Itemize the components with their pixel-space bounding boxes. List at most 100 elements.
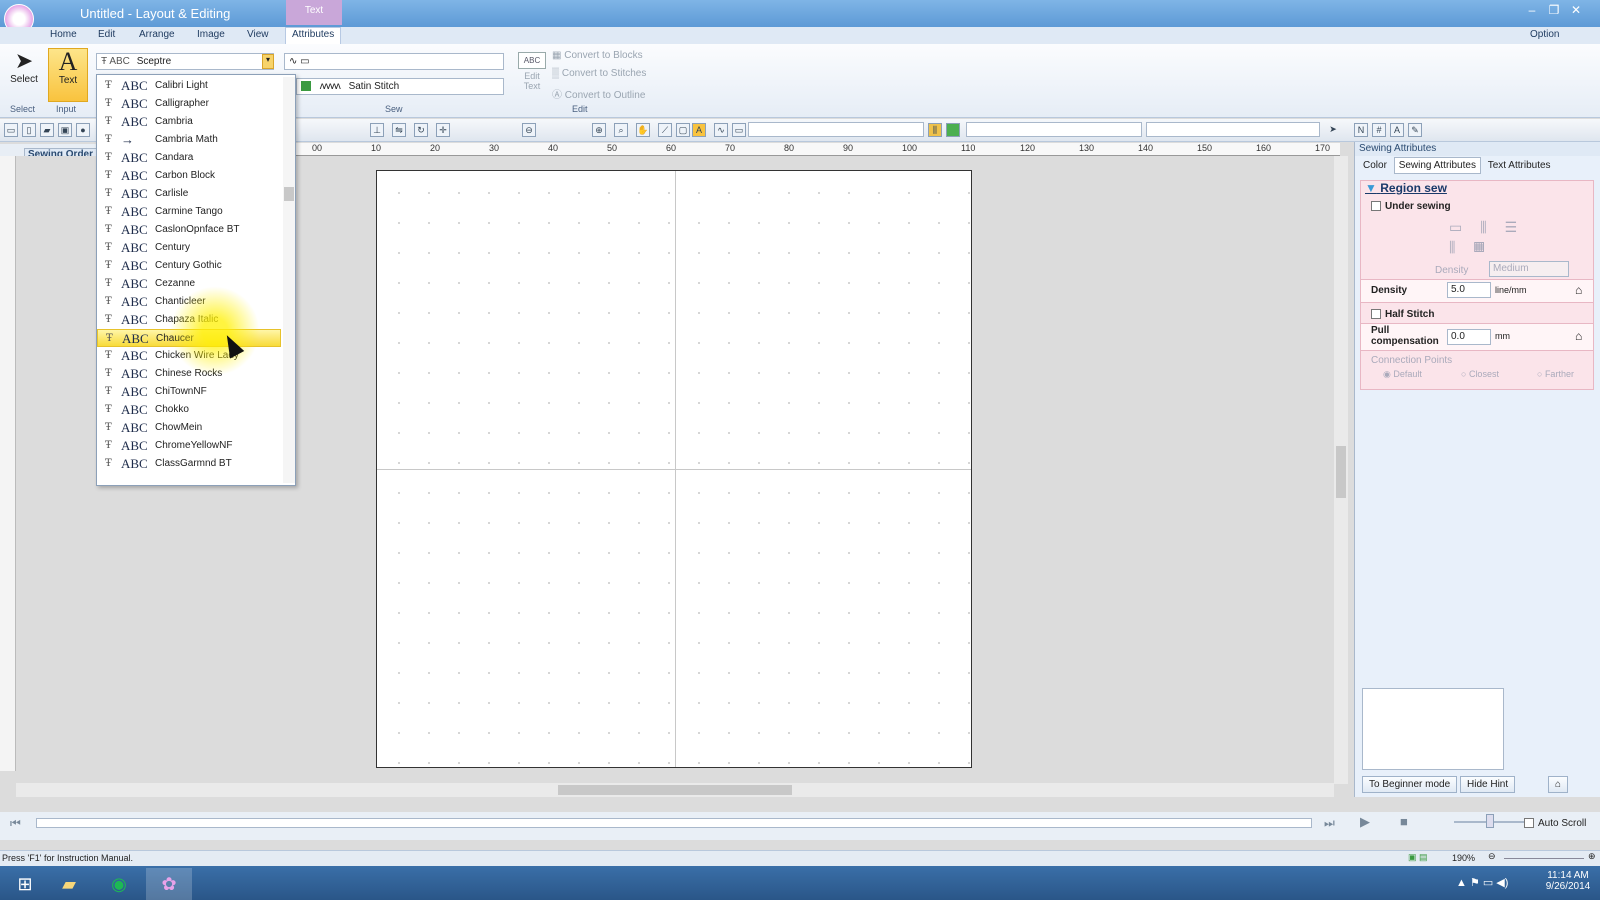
frame-icon[interactable]: ▢ <box>676 123 690 137</box>
new-file-icon[interactable]: ▯ <box>22 123 36 137</box>
pull-comp-home-icon[interactable]: ⌂ <box>1575 329 1582 343</box>
font-dropdown-arrow-icon[interactable]: ▾ <box>262 54 274 69</box>
font-list-item[interactable]: Ŧ → Cambria Math <box>97 131 281 149</box>
density-home-icon[interactable]: ⌂ <box>1575 283 1582 297</box>
thread-combo[interactable] <box>966 122 1142 137</box>
font-list-item[interactable]: Ŧ ABC Calibri Light <box>97 77 281 95</box>
hide-hint-button[interactable]: Hide Hint <box>1460 776 1516 793</box>
stitch-combo[interactable]: ᴧᴧᴧᴧᴧ Satin Stitch <box>296 78 504 95</box>
menu-home[interactable]: Home <box>50 29 77 40</box>
convert-to-outline-button[interactable]: Ⓐ Convert to Outline <box>552 86 645 101</box>
pull-compensation-input[interactable]: 0.0 <box>1447 329 1491 345</box>
pattern-combo[interactable] <box>1146 122 1320 137</box>
font-list-item[interactable]: Ŧ ABC Chokko <box>97 401 281 419</box>
stitch-edit-icon[interactable]: ✎ <box>1408 123 1422 137</box>
hscroll-thumb[interactable] <box>558 785 792 795</box>
measure-icon[interactable]: ⟋ <box>658 123 672 137</box>
vertical-scrollbar[interactable] <box>1334 156 1348 784</box>
horizontal-scrollbar[interactable] <box>16 783 1334 797</box>
align-icon[interactable]: ⊥ <box>370 123 384 137</box>
stitch-n-icon[interactable]: N <box>1354 123 1368 137</box>
font-size-combo[interactable] <box>748 122 924 137</box>
sew-type-combo[interactable]: ∿ ▭ <box>284 53 504 70</box>
font-list-item[interactable]: Ŧ ABC ChiTownNF <box>97 383 281 401</box>
font-list-item[interactable]: Ŧ ABC Cambria <box>97 113 281 131</box>
collapse-triangle-icon[interactable]: ▼ <box>1365 181 1377 195</box>
minimize-button[interactable]: – <box>1522 3 1542 17</box>
embroidery-app-icon[interactable]: ✿ <box>146 868 192 900</box>
beginner-mode-button[interactable]: To Beginner mode <box>1362 776 1458 793</box>
windows-start-icon[interactable]: ⊞ <box>2 868 48 900</box>
rotate-icon[interactable]: ↻ <box>414 123 428 137</box>
vscroll-thumb[interactable] <box>1336 446 1346 498</box>
zoom-out-icon[interactable]: ⊖ <box>522 123 536 137</box>
stitch-grid-icon[interactable]: # <box>1372 123 1386 137</box>
zoom-slider[interactable] <box>1504 858 1584 859</box>
text-tool-button[interactable]: A Text <box>48 48 88 102</box>
design-page[interactable] <box>376 170 972 768</box>
spotify-icon[interactable]: ◉ <box>96 868 142 900</box>
file-explorer-icon[interactable]: ▰ <box>46 868 92 900</box>
font-list-item[interactable]: Ŧ ABC ClassGarmnd BT <box>97 455 281 473</box>
menu-attributes[interactable]: Attributes <box>285 27 342 44</box>
font-dropdown-list[interactable]: Ŧ ABC Calibri Light Ŧ ABC Calligrapher Ŧ ABC Cam… <box>96 74 296 486</box>
tray-icons[interactable]: ▲ ⚑ ▭ ◀) <box>1456 876 1508 889</box>
font-list-item[interactable]: Ŧ ABC Calligrapher <box>97 95 281 113</box>
menu-arrange[interactable]: Arrange <box>139 29 175 40</box>
font-list-item[interactable]: Ŧ ABC Century Gothic <box>97 257 281 275</box>
curve-icon[interactable]: ∿ <box>714 123 728 137</box>
tab-color[interactable]: Color <box>1359 158 1391 173</box>
home-settings-icon[interactable]: ⌂ <box>1548 776 1569 793</box>
menu-view[interactable]: View <box>247 29 269 40</box>
stitch-color-icon[interactable]: ⫼ <box>928 123 942 137</box>
play-icon[interactable]: ▶ <box>1360 814 1370 830</box>
play-start-icon[interactable]: ⏮ <box>10 816 21 831</box>
menu-option[interactable]: Option <box>1530 29 1559 40</box>
stitch-a-icon[interactable]: A <box>1390 123 1404 137</box>
font-list-item[interactable]: Ŧ ABC CaslonOpnface BT <box>97 221 281 239</box>
stop-icon[interactable]: ■ <box>1400 814 1408 829</box>
auto-scroll-checkbox[interactable]: Auto Scroll <box>1524 818 1586 829</box>
shape-icon[interactable]: ▭ <box>732 123 746 137</box>
dropdown-scrollbar[interactable] <box>283 77 295 483</box>
select-tool-button[interactable]: ➤ Select <box>4 48 44 102</box>
clock[interactable]: 11:14 AM 9/26/2014 <box>1540 870 1596 892</box>
new-doc-icon[interactable]: ▭ <box>4 123 18 137</box>
tab-sewing-attributes[interactable]: Sewing Attributes <box>1393 157 1481 174</box>
zoom-icon[interactable]: ⌕ <box>614 123 628 137</box>
maximize-button[interactable]: ❐ <box>1544 3 1564 17</box>
stitch-progress-slider[interactable] <box>36 818 1312 828</box>
under-sewing-checkbox[interactable]: Under sewing <box>1371 201 1451 212</box>
zoom-out-status-icon[interactable]: ⊖ <box>1488 851 1496 862</box>
close-button[interactable]: ✕ <box>1566 3 1586 17</box>
menu-image[interactable]: Image <box>197 29 225 40</box>
font-list-item[interactable]: Ŧ ABC Carlisle <box>97 185 281 203</box>
font-list-item[interactable]: Ŧ ABC Candara <box>97 149 281 167</box>
zoom-in-icon[interactable]: ⊕ <box>592 123 606 137</box>
font-list-item[interactable]: Ŧ ABC ChowMein <box>97 419 281 437</box>
text-mode-icon[interactable]: A <box>692 123 706 137</box>
menu-edit[interactable]: Edit <box>98 29 115 40</box>
font-list-item[interactable]: Ŧ ABC Century <box>97 239 281 257</box>
font-combo[interactable]: Ŧ ABC Sceptre <box>96 53 274 70</box>
font-list-item[interactable]: Ŧ ABC ChromeYellowNF <box>97 437 281 455</box>
convert-to-stitches-button[interactable]: ▒ Convert to Stitches <box>552 68 646 79</box>
play-end-icon[interactable]: ⏭ <box>1324 816 1335 831</box>
status-view-icon[interactable]: ▣ ▤ <box>1408 852 1428 863</box>
font-list-item[interactable]: Ŧ ABC Carmine Tango <box>97 203 281 221</box>
font-list-item[interactable]: Ŧ ABC Carbon Block <box>97 167 281 185</box>
zoom-in-status-icon[interactable]: ⊕ <box>1588 851 1596 862</box>
speed-slider-thumb[interactable] <box>1486 814 1494 828</box>
mirror-icon[interactable]: ⇋ <box>392 123 406 137</box>
pan-hand-icon[interactable]: ✋ <box>636 123 650 137</box>
edit-text-button[interactable]: ABC Edit Text <box>518 52 546 100</box>
center-icon[interactable]: ✛ <box>436 123 450 137</box>
font-list-item[interactable]: Ŧ ABC Cezanne <box>97 275 281 293</box>
open-folder-icon[interactable]: ▰ <box>40 123 54 137</box>
pointer-icon[interactable]: ➤ <box>1326 123 1340 137</box>
convert-to-blocks-button[interactable]: ▦ Convert to Blocks <box>552 50 643 61</box>
density-input[interactable]: 5.0 <box>1447 282 1491 298</box>
save-icon[interactable]: ▣ <box>58 123 72 137</box>
half-stitch-checkbox[interactable]: Half Stitch <box>1371 309 1434 320</box>
transfer-icon[interactable]: ● <box>76 123 90 137</box>
